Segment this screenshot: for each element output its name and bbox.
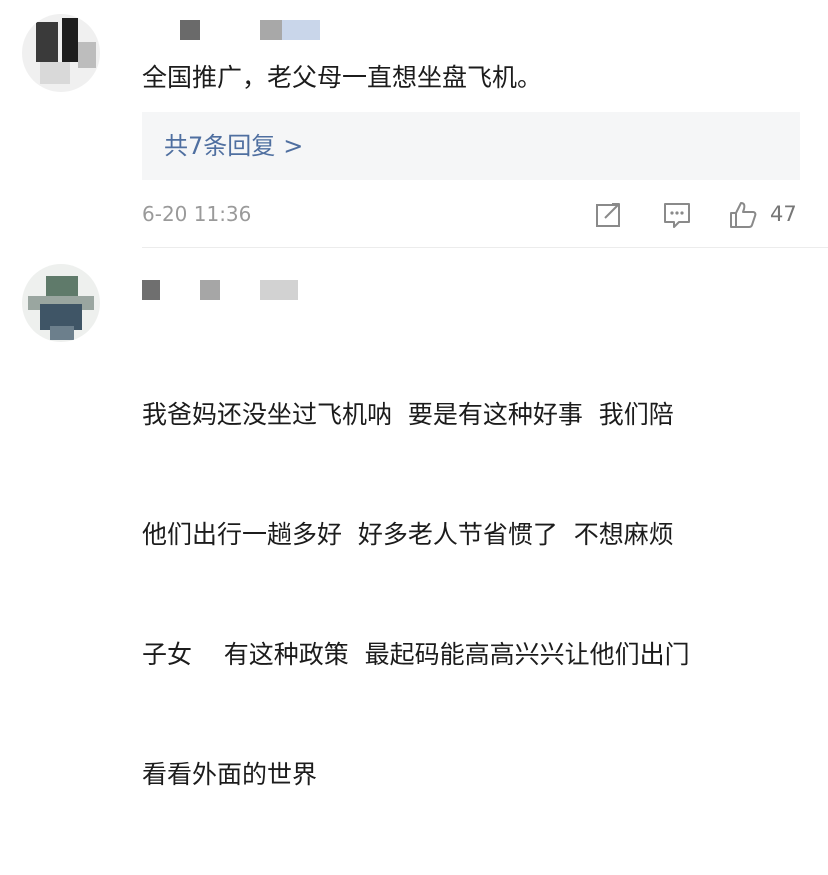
view-replies-button[interactable]: 共7条回复 >	[142, 112, 800, 180]
divider	[142, 247, 828, 248]
avatar[interactable]	[22, 14, 100, 92]
comment-text-line: 我爸妈还没坐过飞机呐 要是有这种好事 我们陪	[142, 400, 674, 429]
comment-text-line: 子女 有这种政策 最起码能高高兴兴让他们出门	[142, 640, 690, 669]
comment-text-line: 他们出行一趟多好 好多老人节省惯了 不想麻烦	[142, 520, 674, 549]
share-icon[interactable]	[594, 200, 624, 230]
avatar[interactable]	[22, 264, 100, 342]
like-count: 47	[770, 202, 797, 226]
comment-text: 我爸妈还没坐过飞机呐 要是有这种好事 我们陪 他们出行一趟多好 好多老人节省惯了…	[142, 315, 802, 875]
replies-label: 共7条回复	[164, 132, 276, 160]
like-icon[interactable]	[728, 200, 758, 230]
comment-text-line: 看看外面的世界	[142, 760, 318, 789]
comment-item: 全国推广，老父母一直想坐盘飞机。 共7条回复 > 6-20 11:36 47	[0, 0, 828, 248]
comment-item: 我爸妈还没坐过飞机呐 要是有这种好事 我们陪 他们出行一趟多好 好多老人节省惯了…	[0, 250, 828, 789]
comment-icon[interactable]	[662, 200, 692, 230]
chevron-right-icon: >	[283, 132, 304, 160]
comment-timestamp: 6-20 11:36	[142, 202, 252, 226]
comment-text: 全国推广，老父母一直想坐盘飞机。	[142, 63, 543, 92]
